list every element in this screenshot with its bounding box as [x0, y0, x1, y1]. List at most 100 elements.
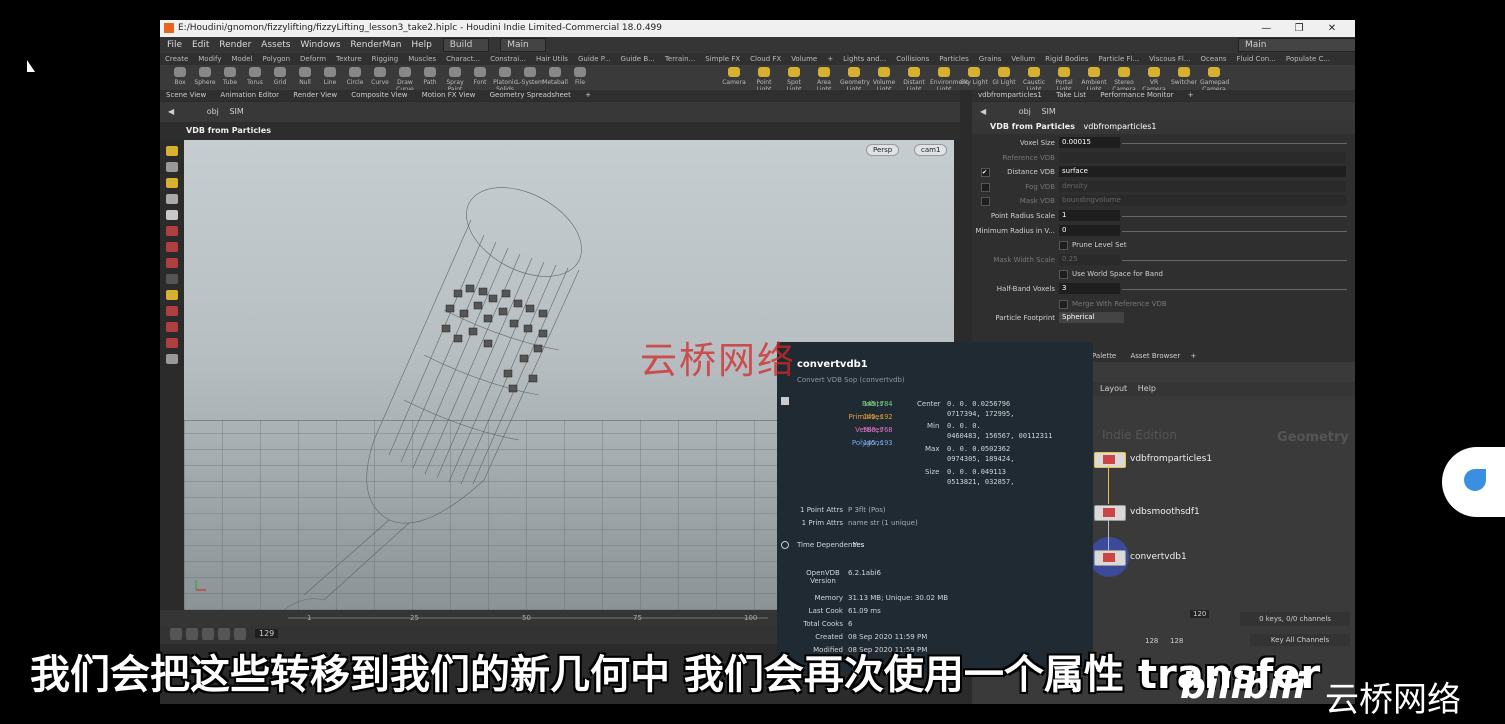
persp-dropdown[interactable]: Persp — [866, 144, 900, 156]
magnet-icon[interactable] — [166, 306, 178, 316]
shelf-tool-button[interactable]: Sky Light — [960, 67, 988, 86]
shelf-tool-button[interactable]: Switcher — [1170, 67, 1198, 86]
snap-icon[interactable] — [166, 226, 178, 236]
menu-help[interactable]: Help — [411, 37, 432, 53]
shelf-tool-button[interactable]: Font — [466, 67, 494, 86]
node-name-field[interactable]: vdbfromparticles1 — [1084, 122, 1157, 131]
shelf-tab[interactable]: Populate C... — [1286, 53, 1330, 65]
shelf-tab[interactable]: Create — [165, 53, 188, 65]
shelf-tab[interactable]: Hair Utils — [536, 53, 568, 65]
snap-point-icon[interactable] — [166, 258, 178, 268]
shelf-tool-button[interactable]: Camera — [720, 67, 748, 86]
shelf-tab[interactable]: Viscous Fl... — [1149, 53, 1190, 65]
shelf-tab[interactable]: Lights and... — [843, 53, 886, 65]
shelf-tab[interactable]: Particles — [939, 53, 969, 65]
menu-assets[interactable]: Assets — [261, 37, 290, 53]
parameter-slider[interactable] — [1122, 230, 1347, 232]
right-main-dropdown[interactable]: Main — [1238, 38, 1355, 52]
tab-take-list[interactable]: Take List — [1056, 90, 1086, 101]
close-button[interactable]: ✕ — [1317, 20, 1347, 37]
parameter-field[interactable]: 0 — [1059, 224, 1120, 236]
menu-windows[interactable]: Windows — [300, 37, 340, 53]
minimize-button[interactable]: — — [1251, 20, 1281, 37]
parameter-slider[interactable] — [1122, 216, 1347, 217]
shelf-tool-button[interactable]: Null — [291, 67, 319, 86]
tab-palette[interactable]: Palette — [1092, 352, 1116, 360]
shelf-tab[interactable]: Particle Fl... — [1098, 53, 1139, 65]
path-obj[interactable]: obj — [207, 102, 219, 122]
menu-file[interactable]: File — [167, 37, 182, 53]
parameter-field[interactable]: 0.00015 — [1059, 137, 1120, 148]
current-frame-field[interactable]: 129 — [255, 629, 279, 638]
parameter-field[interactable]: surface — [1059, 166, 1346, 178]
menu-layout[interactable]: Layout — [1100, 384, 1127, 393]
parameter-field[interactable]: 3 — [1059, 283, 1120, 294]
shelf-tab[interactable]: Modify — [198, 53, 221, 65]
handle-tool-icon[interactable] — [166, 178, 178, 188]
shelf-tab[interactable]: Simple FX — [705, 53, 740, 65]
tab-render-view[interactable]: Render View — [293, 90, 337, 101]
parameter-checkbox[interactable] — [981, 197, 990, 207]
main-shelf-dropdown[interactable]: Main — [500, 38, 546, 52]
shelf-tab[interactable]: Polygon — [263, 53, 291, 65]
parameter-checkbox[interactable] — [1059, 270, 1068, 280]
menu-help[interactable]: Help — [1138, 384, 1156, 393]
render-region-icon[interactable] — [166, 322, 178, 332]
shelf-tab[interactable]: Terrain... — [665, 53, 695, 65]
shelf-tool-button[interactable]: Torus — [241, 67, 269, 86]
shelf-tool-button[interactable]: Circle — [341, 67, 369, 86]
parameter-checkbox[interactable] — [1059, 241, 1068, 251]
tab-animation-editor[interactable]: Animation Editor — [220, 90, 279, 101]
shelf-tab[interactable]: Deform — [300, 53, 326, 65]
shelf-tool-button[interactable]: Path — [416, 67, 444, 86]
desktop-build-dropdown[interactable]: Build — [442, 38, 490, 52]
parameter-field[interactable]: boundingvolume — [1059, 195, 1346, 207]
menu-renderman[interactable]: RenderMan — [350, 37, 401, 53]
tab-motion-fx-view[interactable]: Motion FX View — [422, 90, 476, 101]
shelf-tab[interactable]: Vellum — [1011, 53, 1035, 65]
back-arrow-icon[interactable]: ◀ — [980, 102, 986, 122]
path-sim[interactable]: SIM — [229, 102, 243, 122]
path-obj[interactable]: obj — [1019, 102, 1031, 122]
shelf-tab[interactable]: Guide P... — [578, 53, 611, 65]
timeline[interactable]: 1 25 50 75 100 — [160, 610, 780, 626]
shelf-tab[interactable]: Oceans — [1200, 53, 1226, 65]
shelf-tool-button[interactable]: Metaball — [541, 67, 569, 86]
shelf-tab[interactable]: Cloud FX — [750, 53, 781, 65]
jump-end-button[interactable] — [234, 628, 246, 640]
shelf-tab[interactable]: Muscles — [408, 53, 436, 65]
tab-scene-view[interactable]: Scene View — [166, 90, 206, 101]
shelf-tool-button[interactable]: L-System — [516, 67, 544, 86]
shelf-tool-button[interactable]: Tube — [216, 67, 244, 86]
tab-composite-view[interactable]: Composite View — [351, 90, 407, 101]
shelf-tab[interactable]: Charact... — [446, 53, 480, 65]
parameter-field[interactable]: density — [1059, 180, 1346, 192]
parameter-slider[interactable] — [1122, 259, 1347, 261]
tab-performance-monitor[interactable]: Performance Monitor — [1100, 90, 1173, 101]
select-tool-icon[interactable] — [166, 146, 178, 156]
shelf-tab[interactable]: Rigid Bodies — [1045, 53, 1088, 65]
shelf-tab[interactable]: Grains — [979, 53, 1002, 65]
shelf-tool-button[interactable]: File — [566, 67, 594, 86]
visualize-icon[interactable] — [166, 354, 178, 364]
back-arrow-icon[interactable]: ◀ — [168, 102, 174, 122]
shelf-tab[interactable]: Volume — [791, 53, 817, 65]
shelf-tool-button[interactable]: Sphere — [191, 67, 219, 86]
snap-grid-icon[interactable] — [166, 242, 178, 252]
floating-bird-widget[interactable] — [1442, 447, 1505, 517]
snap-curve-icon[interactable] — [166, 274, 178, 284]
stop-button[interactable] — [202, 628, 214, 640]
shelf-tab[interactable]: Collisions — [896, 53, 929, 65]
vdbfromparticles-node[interactable] — [1094, 452, 1126, 468]
add-tab-icon[interactable]: + — [1190, 352, 1196, 360]
tab-parameters[interactable]: vdbfromparticles1 — [978, 90, 1042, 101]
menu-edit[interactable]: Edit — [192, 37, 209, 53]
parameter-field[interactable]: 0.25 — [1059, 253, 1120, 265]
jump-start-button[interactable] — [170, 628, 182, 640]
path-sim[interactable]: SIM — [1041, 102, 1055, 122]
add-tab-icon[interactable]: + — [1188, 90, 1194, 101]
shelf-tool-button[interactable]: Box — [166, 67, 194, 86]
parameter-field[interactable] — [1059, 151, 1346, 163]
menu-render[interactable]: Render — [219, 37, 251, 53]
pose-tool-icon[interactable] — [166, 194, 178, 204]
